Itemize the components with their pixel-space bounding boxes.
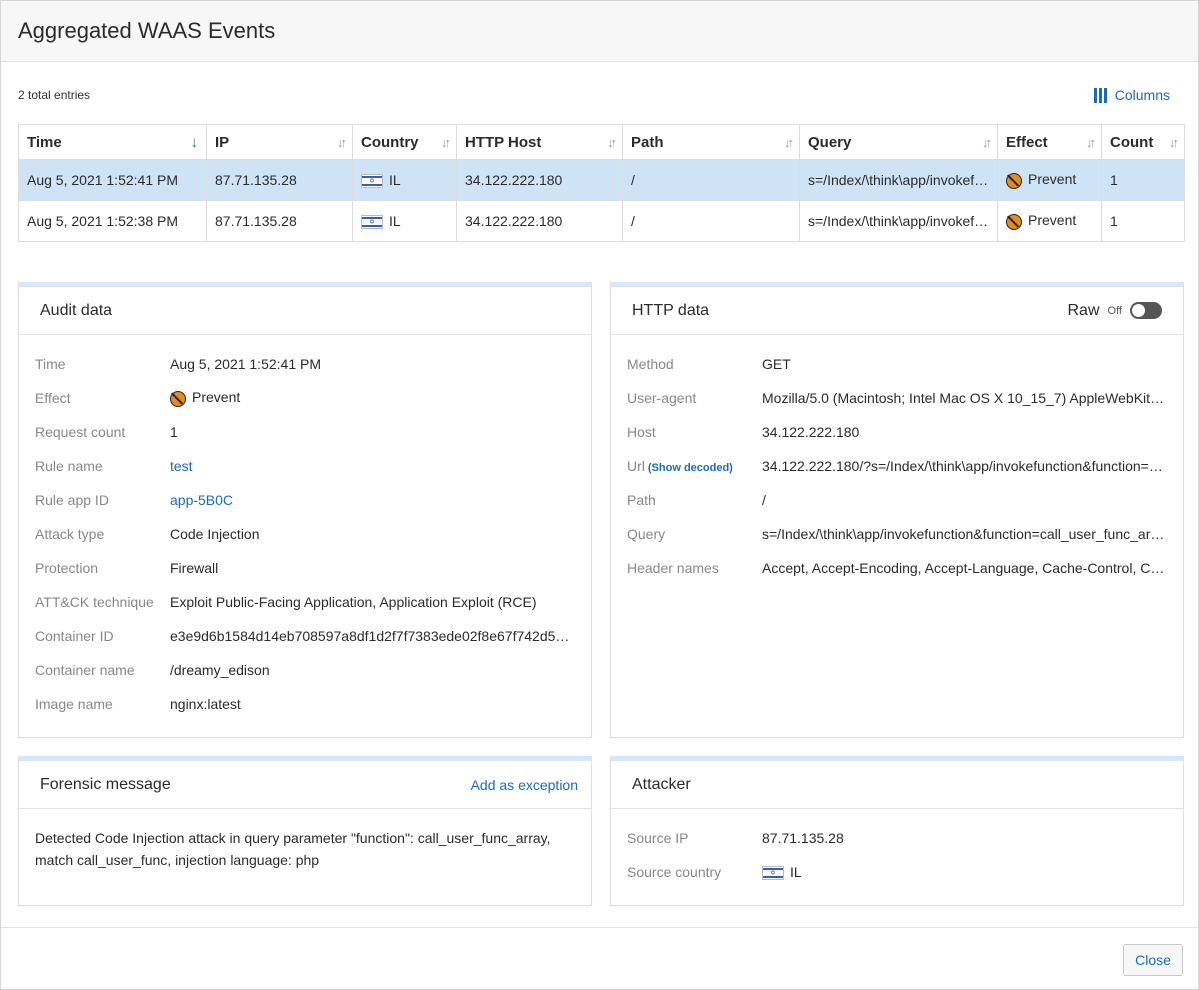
audit-data-title: Audit data — [40, 301, 113, 319]
rule-app-id-link[interactable]: app-5B0C — [170, 492, 575, 508]
events-table: Time ↓ IP ↓↑ Country ↓↑ HTTP Host ↓↑ Path ↓↑ … — [18, 124, 1185, 242]
audit-row-image-name: Image name nginx:latest — [35, 696, 241, 712]
israel-flag-icon: ✡ — [762, 866, 784, 881]
raw-toggle-group: Raw Off — [1067, 301, 1162, 320]
close-button[interactable]: Close — [1123, 944, 1183, 976]
table-header-row: Time ↓ IP ↓↑ Country ↓↑ HTTP Host ↓↑ Path ↓↑ … — [18, 124, 1185, 160]
attacker-row-source-ip: Source IP 87.71.135.28 — [627, 830, 844, 846]
add-as-exception-link[interactable]: Add as exception — [471, 777, 578, 793]
cell-query: s=/Index/\think\app/invokefunction&funct… — [799, 200, 998, 242]
show-decoded-link[interactable]: (Show decoded) — [648, 462, 733, 474]
http-row-query: Query s=/Index/\think\app/invokefunction&… — [627, 526, 1167, 542]
http-data-title: HTTP data — [632, 301, 710, 319]
audit-row-rule-name: Rule name test — [35, 449, 575, 483]
audit-data-panel: Audit data Time Aug 5, 2021 1:52:41 PM Ef… — [18, 282, 592, 738]
cell-time: Aug 5, 2021 1:52:38 PM — [18, 200, 207, 242]
audit-row-time: Time Aug 5, 2021 1:52:41 PM — [35, 356, 321, 372]
http-row-url: Url (Show decoded) 34.122.222.180/?s=/Inde… — [627, 458, 1167, 474]
prevent-icon — [1006, 213, 1022, 230]
http-row-user-agent: User-agent Mozilla/5.0 (Macintosh; Intel … — [627, 390, 1167, 406]
columns-label: Columns — [1114, 87, 1170, 103]
sort-desc-icon[interactable]: ↓ — [191, 134, 199, 151]
http-row-host: Host 34.122.222.180 — [627, 424, 860, 440]
attacker-row-source-country: Source country ✡ IL — [627, 863, 802, 881]
raw-state: Off — [1107, 304, 1122, 317]
sort-icon[interactable]: ↓↑ — [982, 135, 992, 150]
forensic-message-title: Forensic message — [40, 775, 171, 793]
col-header-time[interactable]: Time ↓ — [18, 124, 207, 160]
col-header-effect[interactable]: Effect ↓↑ — [997, 124, 1102, 160]
columns-icon — [1093, 87, 1107, 103]
audit-row-request-count: Request count 1 — [35, 424, 178, 440]
audit-row-attack-technique: ATT&CK technique Exploit Public-Facing Ap… — [35, 594, 537, 610]
sort-icon[interactable]: ↓↑ — [607, 135, 617, 150]
audit-row-attack-type: Attack type Code Injection — [35, 526, 260, 542]
events-modal: Aggregated WAAS Events 2 total entries C… — [0, 0, 1199, 990]
cell-time: Aug 5, 2021 1:52:41 PM — [18, 159, 207, 201]
cell-path: / — [622, 200, 800, 242]
cell-country: ✡ IL — [352, 159, 457, 201]
col-header-count[interactable]: Count ↓↑ — [1101, 124, 1185, 160]
prevent-icon — [170, 390, 186, 407]
sort-icon[interactable]: ↓↑ — [1169, 135, 1179, 150]
http-data-panel: HTTP data Raw Off Method GET User-agent Mo… — [610, 282, 1184, 738]
cell-query: s=/Index/\think\app/invokefunction&funct… — [799, 159, 998, 201]
cell-host: 34.122.222.180 — [456, 159, 623, 201]
sort-icon[interactable]: ↓↑ — [441, 135, 451, 150]
cell-count: 1 — [1101, 200, 1185, 242]
cell-ip: 87.71.135.28 — [206, 200, 353, 242]
prevent-icon — [1006, 172, 1022, 189]
audit-row-protection: Protection Firewall — [35, 560, 219, 576]
cell-country: ✡ IL — [352, 200, 457, 242]
attacker-panel: Attacker Source IP 87.71.135.28 Source co… — [610, 756, 1184, 906]
total-entries: 2 total entries — [18, 88, 91, 102]
israel-flag-icon: ✡ — [361, 215, 383, 230]
col-header-path[interactable]: Path ↓↑ — [622, 124, 800, 160]
col-header-host[interactable]: HTTP Host ↓↑ — [456, 124, 623, 160]
israel-flag-icon: ✡ — [361, 174, 383, 189]
cell-host: 34.122.222.180 — [456, 200, 623, 242]
modal-title: Aggregated WAAS Events — [18, 18, 276, 43]
audit-row-container-name: Container name/dreamy_edison — [35, 662, 270, 678]
raw-label: Raw — [1067, 301, 1100, 319]
modal-header: Aggregated WAAS Events — [1, 1, 1198, 62]
cell-effect: Prevent — [997, 200, 1102, 242]
forensic-message-text: Detected Code Injection attack in query … — [35, 830, 551, 868]
cell-path: / — [622, 159, 800, 201]
cell-ip: 87.71.135.28 — [206, 159, 353, 201]
http-row-method: Method GET — [627, 356, 791, 372]
audit-row-rule-app-id: Rule app ID app-5B0C — [35, 483, 575, 517]
columns-button[interactable]: Columns — [1093, 87, 1181, 103]
table-row[interactable]: Aug 5, 2021 1:52:38 PM 87.71.135.28 ✡ IL … — [18, 200, 1185, 242]
modal-footer-divider — [1, 927, 1198, 928]
sort-icon[interactable]: ↓↑ — [337, 135, 347, 150]
http-row-header-names: Header names Accept, Accept-Encoding, Acc… — [627, 560, 1167, 576]
col-header-query[interactable]: Query ↓↑ — [799, 124, 998, 160]
table-toolbar: 2 total entries Columns — [18, 81, 1181, 109]
http-row-path: Path / — [627, 492, 766, 508]
cell-count: 1 — [1101, 159, 1185, 201]
sort-icon[interactable]: ↓↑ — [1086, 135, 1096, 150]
cell-effect: Prevent — [997, 159, 1102, 201]
table-row[interactable]: Aug 5, 2021 1:52:41 PM 87.71.135.28 ✡ IL … — [18, 159, 1185, 201]
col-header-ip[interactable]: IP ↓↑ — [206, 124, 353, 160]
raw-toggle[interactable] — [1130, 302, 1162, 319]
audit-row-container-id: Container ID e3e9d6b1584d14eb708597a8df1d… — [35, 628, 575, 644]
audit-row-effect: Effect Prevent — [35, 389, 241, 407]
col-header-country[interactable]: Country ↓↑ — [352, 124, 457, 160]
sort-icon[interactable]: ↓↑ — [784, 135, 794, 150]
forensic-message-panel: Forensic message Add as exception Detect… — [18, 756, 592, 906]
attacker-title: Attacker — [632, 775, 691, 793]
rule-name-link[interactable]: test — [170, 458, 575, 474]
